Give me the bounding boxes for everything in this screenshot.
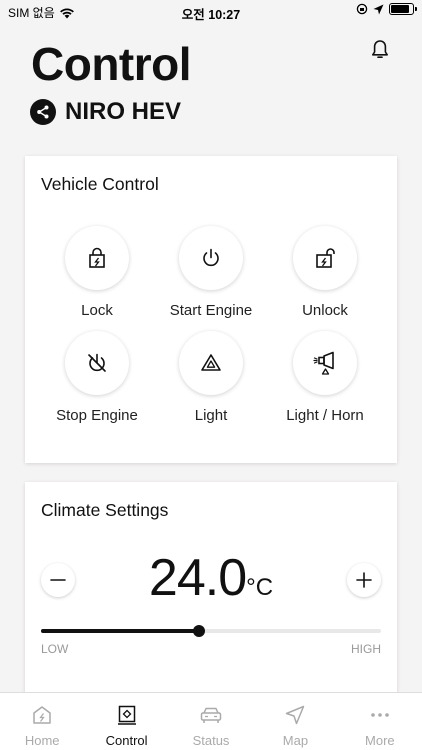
tab-map[interactable]: Map <box>253 693 337 750</box>
stop-engine-icon <box>88 353 106 372</box>
tab-more[interactable]: More <box>338 693 422 750</box>
power-icon <box>203 248 219 267</box>
vehicle-control-card: Vehicle Control Lock Start Engine Unlock… <box>25 156 397 463</box>
vehicle-control-title: Vehicle Control <box>41 174 159 194</box>
lock-button[interactable] <box>65 226 129 290</box>
navigation-icon <box>286 705 305 725</box>
hazard-light-icon <box>201 354 221 371</box>
location-icon <box>373 4 384 14</box>
tab-status-label: Status <box>192 733 230 748</box>
light-label: Light <box>194 407 228 424</box>
unlock-label: Unlock <box>302 302 348 319</box>
increase-temp-button[interactable] <box>347 563 381 597</box>
tab-home-label: Home <box>24 733 60 748</box>
lock-icon <box>89 247 105 268</box>
lock-control[interactable]: Lock <box>37 226 157 319</box>
tab-home[interactable]: Home <box>0 693 84 750</box>
orientation-lock-icon <box>356 3 368 15</box>
tab-more-label: More <box>365 733 395 748</box>
status-bar: SIM 없음 오전 10:27 <box>0 0 422 22</box>
temperature-unit: °C <box>246 574 274 601</box>
page-title: Control <box>31 38 192 90</box>
battery-fill <box>391 5 409 13</box>
vehicle-name: NIRO HEV <box>65 98 182 125</box>
climate-settings-title: Climate Settings <box>41 500 169 520</box>
unlock-button[interactable] <box>293 226 357 290</box>
unlock-control[interactable]: Unlock <box>265 226 385 319</box>
low-label: LOW <box>41 642 69 656</box>
climate-settings-card: Climate Settings 24.0°C LOW HIGH <box>25 482 397 712</box>
unlock-icon <box>316 248 335 268</box>
light-horn-button[interactable] <box>293 331 357 395</box>
light-horn-control[interactable]: Light / Horn <box>265 331 385 424</box>
more-icon <box>371 713 389 717</box>
slider-fill <box>41 629 200 633</box>
horn-icon <box>313 351 334 375</box>
share-icon[interactable] <box>30 99 56 125</box>
stop-engine-control[interactable]: Stop Engine <box>37 331 157 424</box>
tab-status[interactable]: Status <box>169 693 253 750</box>
stop-engine-button[interactable] <box>65 331 129 395</box>
tab-control[interactable]: Control <box>84 693 168 750</box>
stop-engine-label: Stop Engine <box>56 407 138 424</box>
bell-icon[interactable] <box>368 38 392 62</box>
light-button[interactable] <box>179 331 243 395</box>
high-label: HIGH <box>351 642 381 656</box>
temperature-value: 24.0 <box>148 549 247 607</box>
start-engine-button[interactable] <box>179 226 243 290</box>
light-horn-label: Light / Horn <box>286 407 364 424</box>
start-engine-label: Start Engine <box>169 302 253 319</box>
tab-bar: Home Control Status Map More <box>0 692 422 750</box>
temperature-display: 24.0°C <box>25 548 397 608</box>
slider-thumb[interactable] <box>193 625 206 637</box>
vehicle-selector[interactable]: NIRO HEV <box>30 98 181 126</box>
start-engine-control[interactable]: Start Engine <box>151 226 271 319</box>
tab-control-label: Control <box>105 733 148 748</box>
fan-speed-slider[interactable] <box>41 625 381 637</box>
battery-icon <box>389 3 417 15</box>
lock-label: Lock <box>81 302 113 319</box>
car-icon <box>200 707 222 723</box>
control-icon <box>117 705 136 725</box>
light-control[interactable]: Light <box>151 331 271 424</box>
tab-map-label: Map <box>282 733 309 748</box>
status-right <box>356 3 417 15</box>
home-icon <box>33 706 51 724</box>
plus-icon <box>356 572 372 588</box>
